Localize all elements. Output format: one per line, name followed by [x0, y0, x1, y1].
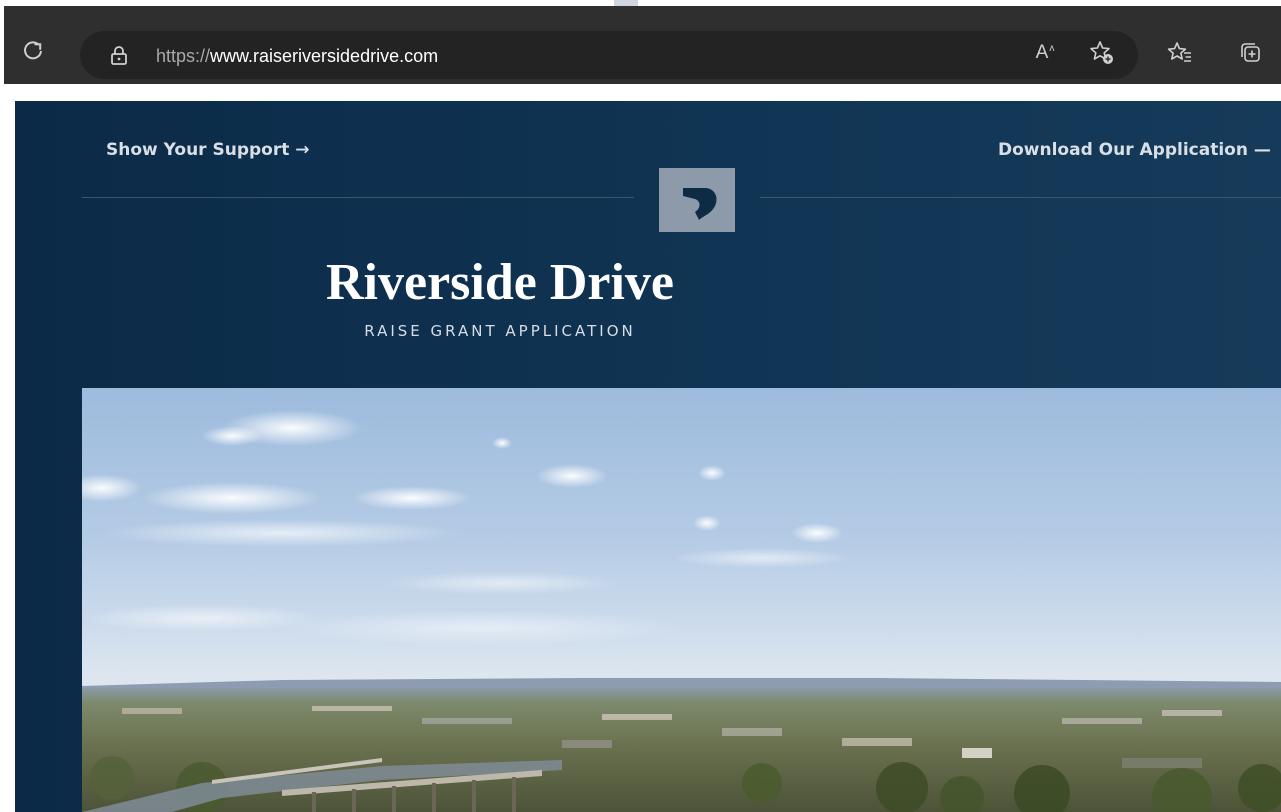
collections-button[interactable] — [1236, 38, 1266, 68]
reload-icon — [24, 41, 42, 60]
header-divider-right — [760, 197, 1281, 198]
cloud — [202, 426, 262, 446]
cloud — [693, 515, 721, 531]
read-aloud-letter: A — [1035, 42, 1049, 63]
cloud — [382, 571, 622, 595]
reload-button[interactable] — [18, 36, 48, 66]
read-aloud-icon: Aᴧ — [1035, 42, 1055, 63]
url-protocol: https:// — [156, 46, 211, 66]
cloud — [142, 482, 322, 514]
favorites-icon — [1167, 42, 1191, 62]
collections-icon — [1241, 43, 1260, 62]
cloud — [698, 465, 726, 481]
site-logo[interactable] — [659, 168, 735, 232]
cloud — [492, 437, 512, 449]
cloud — [282, 610, 682, 646]
lock-icon[interactable] — [110, 45, 128, 65]
hero-image — [82, 388, 1281, 812]
cloud — [352, 486, 472, 510]
url-host: www.raiseriversidedrive.com — [210, 46, 439, 66]
read-aloud-button[interactable]: Aᴧ — [1030, 38, 1060, 68]
browser-chrome: https://www.raiseriversidedrive.com Aᴧ — [0, 0, 1281, 88]
cloud — [82, 474, 142, 502]
header-divider-left — [82, 197, 634, 198]
site-title: Riverside Drive — [325, 254, 674, 311]
cloud — [536, 464, 608, 488]
site-subtitle-wrapper: RAISE GRANT APPLICATION — [15, 321, 1281, 341]
cloud — [102, 519, 462, 547]
download-application-link[interactable]: Download Our Application — — [998, 137, 1271, 163]
add-favorite-icon — [1090, 41, 1113, 64]
favorites-button[interactable] — [1165, 38, 1195, 68]
add-favorite-button[interactable] — [1087, 38, 1117, 68]
cloud — [672, 548, 852, 568]
cloud — [791, 523, 843, 543]
web-page: Show Your Support → Download Our Applica… — [15, 101, 1281, 812]
url-text[interactable]: https://www.raiseriversidedrive.com — [156, 44, 438, 68]
hero-aerial-photo — [82, 410, 1281, 812]
tab-indicator — [614, 0, 638, 6]
show-your-support-link[interactable]: Show Your Support → — [106, 137, 310, 163]
site-subtitle: RAISE GRANT APPLICATION — [364, 322, 636, 340]
logo-mark-icon — [683, 188, 717, 220]
site-title-wrapper: Riverside Drive — [15, 251, 1281, 315]
